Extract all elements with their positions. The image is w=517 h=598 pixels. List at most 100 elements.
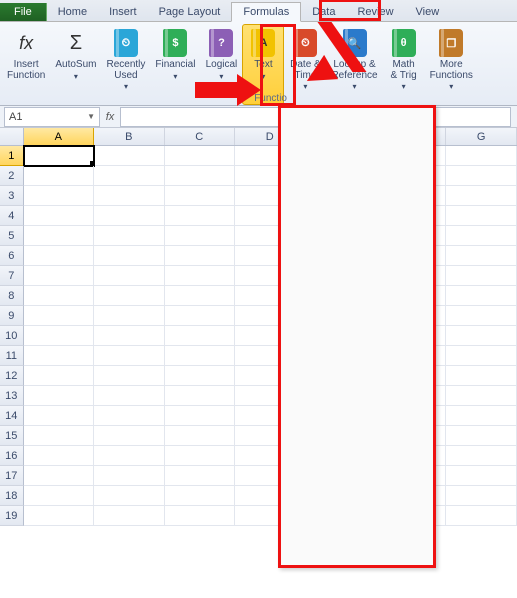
- tab-review[interactable]: Review: [346, 3, 404, 21]
- cell-C6[interactable]: [165, 246, 235, 266]
- menu-item-substitute[interactable]: SUBSTITUTE: [282, 471, 431, 491]
- cell-C14[interactable]: [165, 406, 235, 426]
- menu-item-lower[interactable]: LOWER: [282, 331, 431, 351]
- recently-used-button[interactable]: ⏲ Recently Used ▾: [102, 24, 151, 105]
- cell-A16[interactable]: [24, 446, 94, 466]
- cell-A8[interactable]: [24, 286, 94, 306]
- menu-item-concatenate[interactable]: CONCATENATE: [282, 191, 431, 211]
- cell-G13[interactable]: [446, 386, 516, 406]
- cell-B15[interactable]: [94, 426, 164, 446]
- cell-C16[interactable]: [165, 446, 235, 466]
- cell-G7[interactable]: [446, 266, 516, 286]
- cell-A13[interactable]: [24, 386, 94, 406]
- file-tab[interactable]: File: [0, 3, 47, 21]
- math-trig-button[interactable]: θ Math & Trig ▾: [383, 24, 425, 105]
- cell-C13[interactable]: [165, 386, 235, 406]
- cell-B9[interactable]: [94, 306, 164, 326]
- menu-item-left[interactable]: LEFT: [282, 291, 431, 311]
- cell-B11[interactable]: [94, 346, 164, 366]
- scroll-down-icon[interactable]: ▼: [416, 478, 430, 492]
- tab-insert[interactable]: Insert: [98, 3, 148, 21]
- select-all-corner[interactable]: [0, 128, 24, 145]
- cell-C9[interactable]: [165, 306, 235, 326]
- cell-C12[interactable]: [165, 366, 235, 386]
- row-header-13[interactable]: 13: [0, 386, 24, 406]
- tab-data[interactable]: Data: [301, 3, 346, 21]
- menu-item-search[interactable]: SEARCH: [282, 451, 431, 471]
- cell-B12[interactable]: [94, 366, 164, 386]
- row-header-4[interactable]: 4: [0, 206, 24, 226]
- cell-B18[interactable]: [94, 486, 164, 506]
- cell-C19[interactable]: [165, 506, 235, 526]
- cell-G15[interactable]: [446, 426, 516, 446]
- cell-B8[interactable]: [94, 286, 164, 306]
- cell-C5[interactable]: [165, 226, 235, 246]
- menu-item-proper[interactable]: PROPER: [282, 371, 431, 391]
- row-header-11[interactable]: 11: [0, 346, 24, 366]
- cell-G1[interactable]: [446, 146, 516, 166]
- cell-C18[interactable]: [165, 486, 235, 506]
- name-box[interactable]: A1 ▼: [4, 107, 100, 127]
- menu-insert-function[interactable]: fx Insert Function...: [282, 498, 431, 520]
- cell-B4[interactable]: [94, 206, 164, 226]
- cell-B10[interactable]: [94, 326, 164, 346]
- tab-home[interactable]: Home: [47, 3, 98, 21]
- row-header-1[interactable]: 1: [0, 146, 24, 166]
- cell-C11[interactable]: [165, 346, 235, 366]
- row-header-15[interactable]: 15: [0, 426, 24, 446]
- cell-A6[interactable]: [24, 246, 94, 266]
- menu-item-len[interactable]: LEN: [282, 311, 431, 331]
- cell-G4[interactable]: [446, 206, 516, 226]
- cell-G10[interactable]: [446, 326, 516, 346]
- cell-B16[interactable]: [94, 446, 164, 466]
- row-header-14[interactable]: 14: [0, 406, 24, 426]
- menu-item-mid[interactable]: MID: [282, 351, 431, 371]
- cell-B17[interactable]: [94, 466, 164, 486]
- cell-A2[interactable]: [24, 166, 94, 186]
- cell-G17[interactable]: [446, 466, 516, 486]
- menu-item-dollar[interactable]: DOLLAR: [282, 211, 431, 231]
- row-header-2[interactable]: 2: [0, 166, 24, 186]
- cell-B19[interactable]: [94, 506, 164, 526]
- row-header-10[interactable]: 10: [0, 326, 24, 346]
- cell-A4[interactable]: [24, 206, 94, 226]
- menu-item-bahttext[interactable]: BAHTTEXT: [282, 111, 431, 131]
- cell-C7[interactable]: [165, 266, 235, 286]
- cell-A10[interactable]: [24, 326, 94, 346]
- menu-item-exact[interactable]: EXACT: [282, 231, 431, 251]
- cell-A9[interactable]: [24, 306, 94, 326]
- cell-C4[interactable]: [165, 206, 235, 226]
- tab-view[interactable]: View: [405, 3, 451, 21]
- menu-item-replace[interactable]: REPLACE: [282, 391, 431, 411]
- cell-G5[interactable]: [446, 226, 516, 246]
- cell-C10[interactable]: [165, 326, 235, 346]
- cell-C2[interactable]: [165, 166, 235, 186]
- cell-C17[interactable]: [165, 466, 235, 486]
- scroll-thumb[interactable]: [416, 125, 430, 179]
- more-functions-button[interactable]: ❐ More Functions ▾: [425, 24, 478, 105]
- cell-A3[interactable]: [24, 186, 94, 206]
- row-header-12[interactable]: 12: [0, 366, 24, 386]
- cell-B13[interactable]: [94, 386, 164, 406]
- row-header-3[interactable]: 3: [0, 186, 24, 206]
- col-header-A[interactable]: A: [24, 128, 94, 145]
- menu-item-clean[interactable]: CLEAN: [282, 151, 431, 171]
- cell-C8[interactable]: [165, 286, 235, 306]
- menu-item-find[interactable]: FIND: [282, 251, 431, 271]
- col-header-C[interactable]: C: [165, 128, 235, 145]
- cell-B6[interactable]: [94, 246, 164, 266]
- cell-A18[interactable]: [24, 486, 94, 506]
- row-header-8[interactable]: 8: [0, 286, 24, 306]
- cell-A15[interactable]: [24, 426, 94, 446]
- menu-item-fixed[interactable]: FIXED: [282, 271, 431, 291]
- lookup-ref-button[interactable]: 🔍 Lookup & Reference ▾: [326, 24, 382, 105]
- menu-scrollbar[interactable]: ▲ ▼: [414, 110, 430, 492]
- col-header-B[interactable]: B: [94, 128, 164, 145]
- date-time-button[interactable]: ⏲ Date & Time ▾: [284, 24, 326, 105]
- scroll-up-icon[interactable]: ▲: [416, 110, 430, 124]
- cell-B5[interactable]: [94, 226, 164, 246]
- chevron-down-icon[interactable]: ▼: [87, 112, 95, 121]
- cell-A1[interactable]: [24, 146, 94, 166]
- insert-function-button[interactable]: fx Insert Function: [2, 24, 50, 105]
- cell-G16[interactable]: [446, 446, 516, 466]
